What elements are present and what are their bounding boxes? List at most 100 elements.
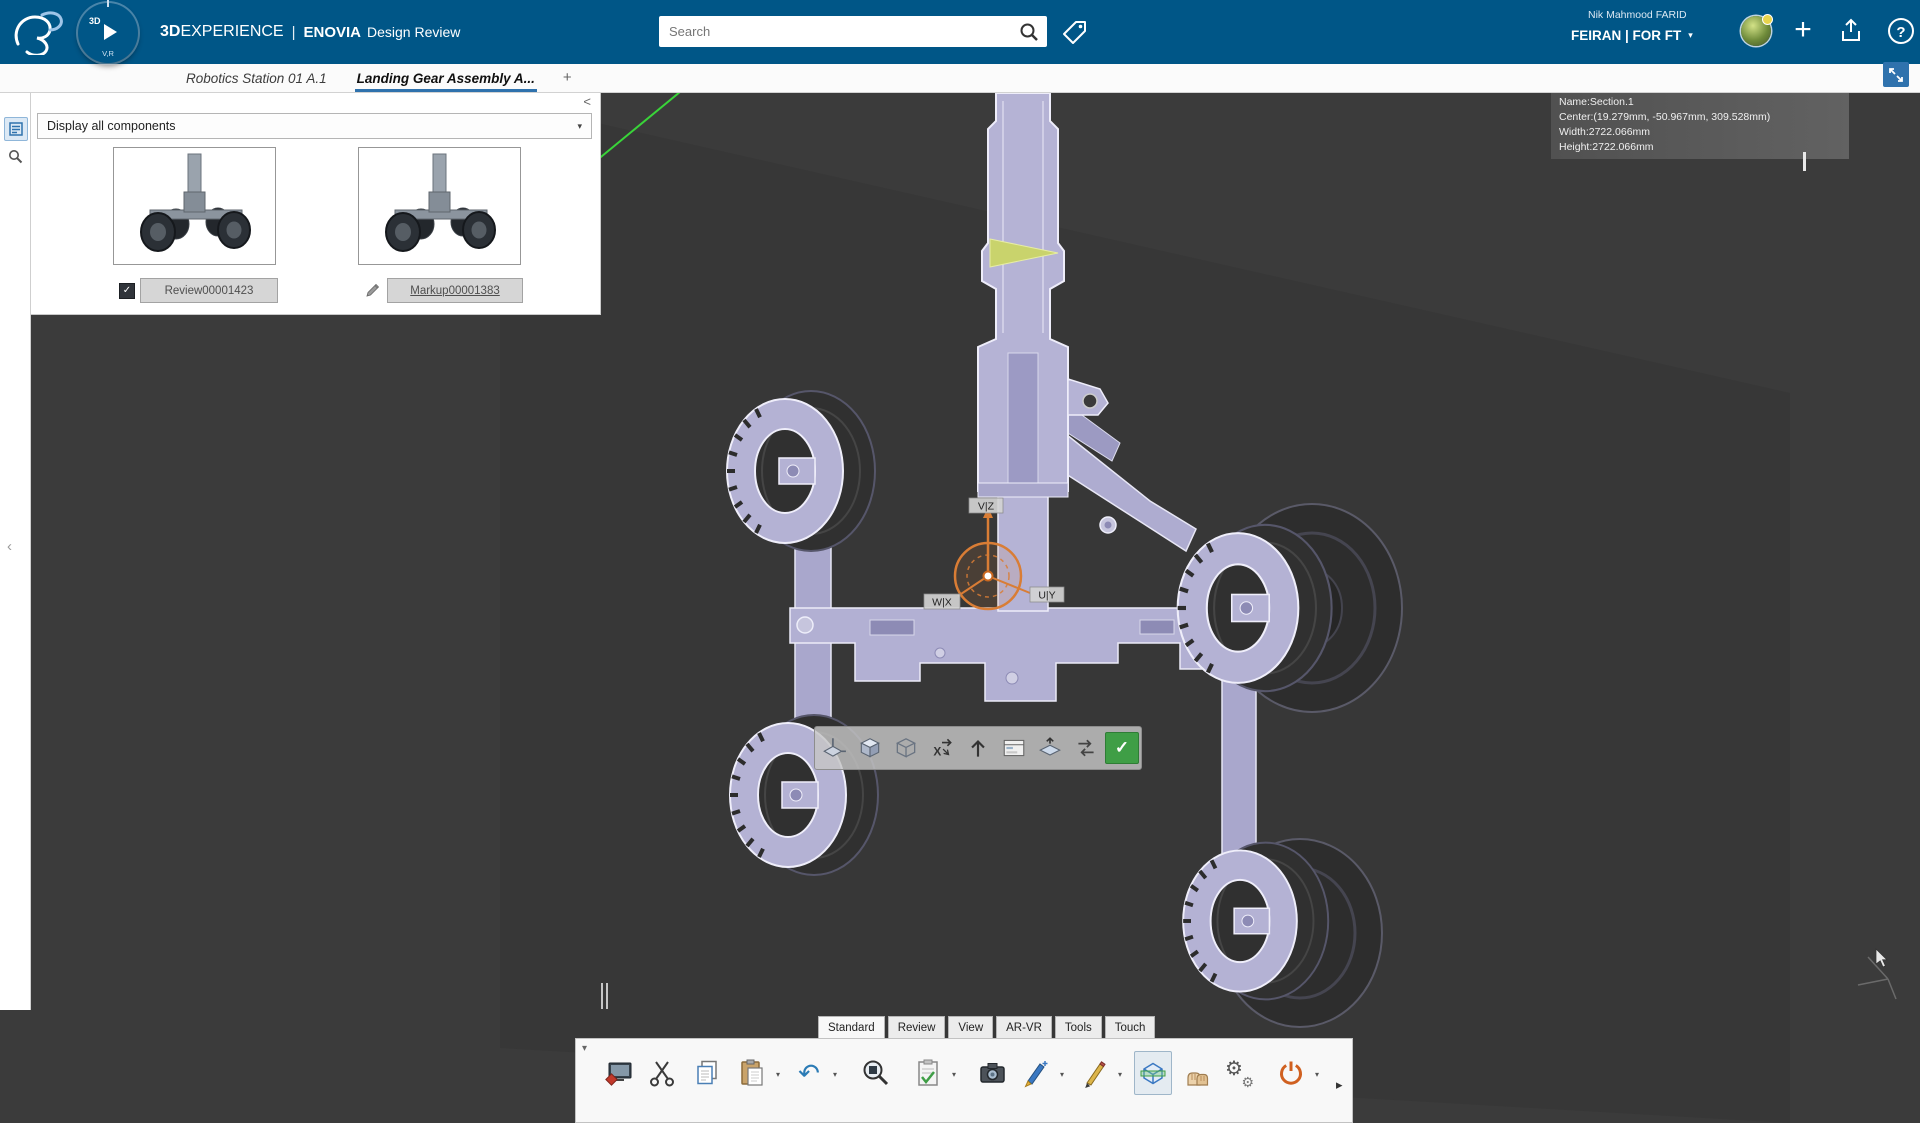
section-corner-button[interactable]: [817, 732, 851, 764]
mouse-cursor: [1875, 948, 1888, 968]
chevron-down-icon: ▾: [1688, 30, 1693, 40]
add-tab-button[interactable]: +: [563, 69, 572, 92]
svg-text:W|X: W|X: [932, 597, 952, 609]
tool-cut[interactable]: [643, 1051, 681, 1095]
tool-marker[interactable]: ▾: [1017, 1051, 1064, 1095]
review-checkbox[interactable]: ✓: [119, 283, 135, 299]
user-name: Nik Mahmood FARID: [1588, 9, 1687, 21]
ribbon-collapse-icon[interactable]: ▾: [582, 1043, 587, 1054]
svg-text:X: X: [933, 745, 941, 759]
components-panel-icon[interactable]: [4, 117, 28, 141]
section-name: Name:Section.1: [1559, 96, 1634, 108]
robot-axis-label-vz[interactable]: V|Z: [968, 497, 1004, 514]
display-filter-value: Display all components: [47, 119, 176, 133]
tool-camera[interactable]: [973, 1051, 1011, 1095]
ribbon-tab-tools[interactable]: Tools: [1054, 1016, 1102, 1038]
chevron-down-icon[interactable]: ▾: [776, 1070, 780, 1079]
tool-clipping[interactable]: [1134, 1051, 1172, 1095]
tool-copy[interactable]: [689, 1051, 727, 1095]
chevron-down-icon[interactable]: ▾: [833, 1070, 837, 1079]
markup-label[interactable]: Markup00001383: [387, 278, 523, 303]
tenant-label: FEIRAN | FOR FT: [1571, 28, 1682, 43]
brand-app-name: Design Review: [367, 24, 461, 40]
ribbon-tab-review[interactable]: Review: [887, 1016, 946, 1038]
doc-tab-landing-gear[interactable]: Landing Gear Assembly A...: [354, 67, 537, 92]
section-plane-move-button[interactable]: [1033, 732, 1067, 764]
avatar[interactable]: [1741, 14, 1773, 46]
brand-experience: EXPERIENCE: [180, 23, 284, 40]
action-bar-tabs: Standard Review View AR-VR Tools Touch: [818, 1016, 1156, 1038]
ribbon-tab-touch[interactable]: Touch: [1104, 1016, 1156, 1038]
search-box: [659, 16, 1047, 47]
share-icon[interactable]: [1836, 16, 1866, 46]
section-toolbar: X ✓: [814, 726, 1142, 770]
brand-divider: |: [291, 23, 296, 41]
robot-axis-label-wx[interactable]: W|X: [923, 593, 961, 610]
ribbon-more-icon[interactable]: ▸: [1336, 1077, 1343, 1093]
compass-play-icon: [104, 24, 117, 40]
add-content-button[interactable]: +: [1786, 10, 1820, 50]
chevron-down-icon[interactable]: ▾: [1315, 1070, 1319, 1079]
section-axis-button[interactable]: X: [925, 732, 959, 764]
search-icon[interactable]: [1011, 22, 1047, 42]
doc-tab-robotics-station[interactable]: Robotics Station 01 A.1: [184, 67, 329, 92]
tool-manipulate[interactable]: [1178, 1051, 1216, 1095]
search-annotations-icon[interactable]: [6, 147, 24, 165]
left-sidebar: ‹: [0, 93, 31, 1010]
search-input[interactable]: [659, 24, 1011, 39]
section-panel-button[interactable]: [997, 732, 1031, 764]
section-center: Center:(19.279mm, -50.967mm, 309.528mm): [1559, 111, 1771, 123]
panel-collapse-icon[interactable]: <: [583, 94, 591, 109]
app-title: 3D EXPERIENCE | ENOVIA Design Review: [160, 0, 460, 64]
ribbon-tab-ar-vr[interactable]: AR-VR: [996, 1016, 1052, 1038]
ribbon-tab-view[interactable]: View: [948, 1016, 994, 1038]
section-cube-wire-button[interactable]: [889, 732, 923, 764]
tool-undo[interactable]: ↶ ▾: [790, 1051, 837, 1095]
display-filter-dropdown[interactable]: Display all components ▾: [37, 113, 592, 139]
landing-gear-thumbnail-image: [385, 153, 496, 252]
design-review-app: V|Z W|X U|Y 3D V,R 3D EXPERIENCE | ENOVI…: [0, 0, 1920, 1123]
section-arrow-up-button[interactable]: [961, 732, 995, 764]
3ds-logo-icon[interactable]: [12, 9, 64, 55]
review-panel: < Display all components ▾ ✓ Review00001…: [31, 93, 601, 315]
chevron-down-icon[interactable]: ▾: [952, 1070, 956, 1079]
document-tab-bar: Robotics Station 01 A.1 Landing Gear Asse…: [0, 64, 1920, 93]
section-width: Width:2722.066mm: [1559, 126, 1651, 138]
tenant-selector[interactable]: FEIRAN | FOR FT ▾: [1571, 28, 1693, 43]
brand-enovia: ENOVIA: [303, 23, 362, 41]
robot-axis-label-uy[interactable]: U|Y: [1029, 586, 1065, 603]
markup-pencil-icon[interactable]: [365, 282, 381, 298]
section-height: Height:2722.066mm: [1559, 141, 1654, 153]
review-thumbnail[interactable]: [113, 147, 276, 265]
brand-3d: 3D: [160, 23, 181, 40]
collapse-sidebar-icon[interactable]: ‹: [7, 538, 12, 555]
ribbon-tab-standard[interactable]: Standard: [818, 1016, 885, 1038]
svg-text:V|Z: V|Z: [978, 501, 995, 513]
section-cube-button[interactable]: [853, 732, 887, 764]
fullscreen-icon[interactable]: [1883, 62, 1909, 87]
section-info-overlay: Name:Section.1 Center:(19.279mm, -50.967…: [1551, 91, 1849, 159]
svg-text:?: ?: [1896, 24, 1905, 41]
help-icon[interactable]: ?: [1884, 14, 1920, 48]
tool-screen-paste[interactable]: [600, 1051, 638, 1095]
markup-thumbnail[interactable]: [358, 147, 521, 265]
tool-pen[interactable]: ▾: [1075, 1051, 1122, 1095]
review-label[interactable]: Review00001423: [140, 278, 278, 303]
tool-zoom[interactable]: [856, 1051, 894, 1095]
tool-settings-gears[interactable]: ⚙ ⚙: [1220, 1051, 1258, 1095]
3d-compass[interactable]: 3D V,R: [78, 0, 138, 63]
tool-approvals[interactable]: ▾: [909, 1051, 956, 1095]
action-bar-ribbon: ▾ ▸ ▾ ↶ ▾ ▾ ▾ ▾ ⚙ ⚙ ▾: [575, 1038, 1353, 1123]
section-ok-button[interactable]: ✓: [1105, 732, 1139, 764]
top-bar: 3D V,R 3D EXPERIENCE | ENOVIA Design Revi…: [0, 0, 1920, 64]
compass-vr-label: V,R: [102, 49, 114, 58]
chevron-down-icon[interactable]: ▾: [1118, 1070, 1122, 1079]
section-depth-slider-handle[interactable]: [1803, 152, 1806, 171]
tag-icon[interactable]: [1059, 15, 1091, 47]
chevron-down-icon[interactable]: ▾: [1060, 1070, 1064, 1079]
landing-gear-thumbnail-image: [140, 153, 251, 252]
tool-power[interactable]: ▾: [1272, 1051, 1319, 1095]
svg-text:U|Y: U|Y: [1038, 590, 1055, 602]
section-flip-button[interactable]: [1069, 732, 1103, 764]
tool-paste[interactable]: ▾: [733, 1051, 780, 1095]
